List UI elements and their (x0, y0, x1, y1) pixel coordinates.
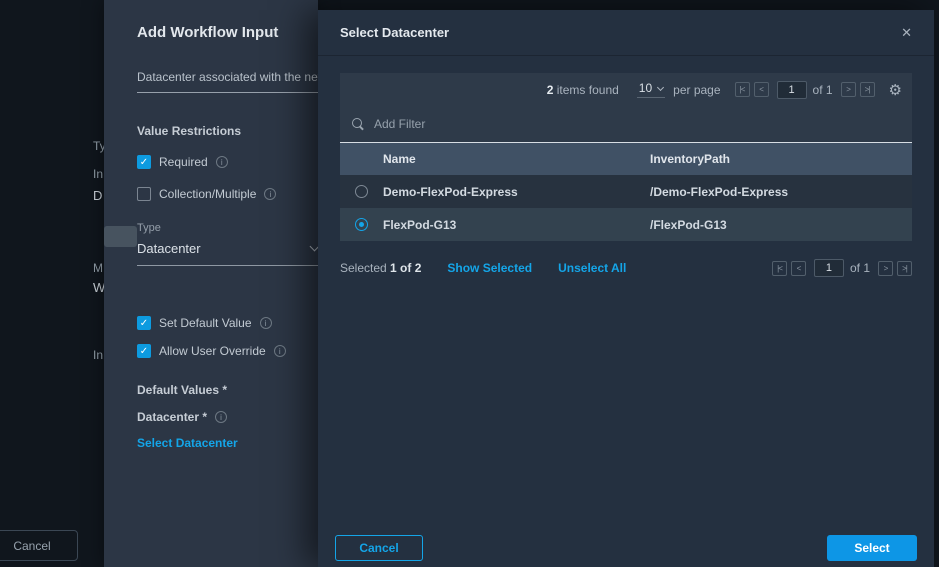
value-restrictions-label: Value Restrictions (137, 124, 241, 138)
info-icon: i (216, 156, 228, 168)
info-icon: i (215, 411, 227, 423)
cutoff-label: M (93, 261, 103, 275)
datacenter-label: Datacenter * (137, 410, 207, 424)
cutoff-label: In (93, 348, 103, 362)
unselect-all-link[interactable]: Unselect All (558, 261, 626, 275)
close-icon[interactable]: ✕ (901, 25, 912, 41)
default-values-label: Default Values * (137, 383, 227, 397)
items-found-text: 2 items found (547, 83, 619, 97)
page-number-input[interactable]: 1 (814, 259, 844, 277)
first-page-button[interactable]: |< (735, 82, 750, 97)
chevron-down-icon (657, 83, 664, 90)
items-count-suffix: items found (553, 83, 618, 97)
set-default-label: Set Default Value (159, 316, 252, 330)
table-row[interactable]: FlexPod-G13 /FlexPod-G13 (340, 208, 912, 241)
table-row[interactable]: Demo-FlexPod-Express /Demo-FlexPod-Expre… (340, 175, 912, 208)
type-select[interactable]: Datacenter (137, 241, 318, 266)
info-icon: i (274, 345, 286, 357)
last-page-button[interactable]: >| (897, 261, 912, 276)
select-button[interactable]: Select (827, 535, 917, 561)
datacenter-label-row: Datacenter * i (137, 410, 227, 424)
table-header-row: Name InventoryPath (340, 143, 912, 175)
required-checkbox-row: ✓ Required i (137, 155, 228, 169)
next-page-button[interactable]: > (878, 261, 893, 276)
collection-label: Collection/Multiple (159, 187, 256, 201)
per-page-select[interactable]: 10 (637, 81, 665, 98)
column-header-inventorypath[interactable]: InventoryPath (650, 152, 912, 166)
collection-checkbox[interactable] (137, 187, 151, 201)
row-name: FlexPod-G13 (383, 218, 650, 232)
last-page-button[interactable]: >| (860, 82, 875, 97)
page-of-label: of 1 (850, 261, 870, 275)
cutoff-label: D (93, 188, 102, 203)
set-default-checkbox-row: ✓ Set Default Value i (137, 316, 272, 330)
allow-override-checkbox-row: ✓ Allow User Override i (137, 344, 286, 358)
cutoff-label: In (93, 167, 103, 181)
allow-override-checkbox[interactable]: ✓ (137, 344, 151, 358)
row-radio-selected[interactable] (355, 218, 368, 231)
check-icon: ✓ (140, 346, 148, 357)
per-page-value: 10 (639, 81, 652, 95)
page-of-label: of 1 (813, 83, 833, 97)
obscured-button (104, 226, 137, 247)
table-toolbar: 2 items found 10 per page |< < 1 of 1 > … (340, 73, 912, 106)
type-label: Type (137, 222, 161, 234)
add-workflow-input-panel: Add Workflow Input Datacenter associated… (104, 0, 318, 567)
check-icon: ✓ (140, 157, 148, 168)
modal-title: Select Datacenter (340, 25, 449, 40)
next-page-button[interactable]: > (841, 82, 856, 97)
first-page-button[interactable]: |< (772, 261, 787, 276)
check-icon: ✓ (140, 318, 148, 329)
modal-header: Select Datacenter ✕ (318, 10, 934, 56)
row-path: /FlexPod-G13 (650, 218, 912, 232)
row-radio[interactable] (355, 185, 368, 198)
type-select-value: Datacenter (137, 241, 201, 256)
row-name: Demo-FlexPod-Express (383, 185, 650, 199)
info-icon: i (260, 317, 272, 329)
collection-checkbox-row: Collection/Multiple i (137, 187, 276, 201)
filter-placeholder: Add Filter (374, 117, 425, 131)
allow-override-label: Allow User Override (159, 344, 266, 358)
set-default-checkbox[interactable]: ✓ (137, 316, 151, 330)
selected-count: 1 of 2 (390, 261, 421, 275)
selected-count-text: Selected 1 of 2 (340, 261, 421, 275)
row-path: /Demo-FlexPod-Express (650, 185, 912, 199)
info-icon: i (264, 188, 276, 200)
show-selected-link[interactable]: Show Selected (447, 261, 532, 275)
panel-title: Add Workflow Input (137, 24, 278, 41)
required-checkbox[interactable]: ✓ (137, 155, 151, 169)
page-number-input[interactable]: 1 (777, 81, 807, 99)
datacenter-table-card: 2 items found 10 per page |< < 1 of 1 > … (340, 73, 912, 241)
cancel-button[interactable]: Cancel (335, 535, 423, 561)
description-input[interactable]: Datacenter associated with the new (137, 70, 318, 93)
column-header-name[interactable]: Name (383, 152, 650, 166)
selected-label: Selected (340, 261, 390, 275)
table-footer: Selected 1 of 2 Show Selected Unselect A… (340, 253, 912, 283)
per-page-label: per page (673, 83, 720, 97)
filter-bar[interactable]: Add Filter (340, 106, 912, 143)
prev-page-button[interactable]: < (754, 82, 769, 97)
search-icon (352, 118, 364, 130)
prev-page-button[interactable]: < (791, 261, 806, 276)
gear-icon[interactable]: ⚙ (889, 81, 902, 99)
select-datacenter-link[interactable]: Select Datacenter (137, 436, 238, 450)
select-datacenter-modal: Select Datacenter ✕ 2 items found 10 per… (318, 10, 934, 567)
footer-pagination: |< < 1 of 1 > >| (768, 259, 912, 277)
background-cancel-button: Cancel (0, 530, 78, 561)
required-label: Required (159, 155, 208, 169)
